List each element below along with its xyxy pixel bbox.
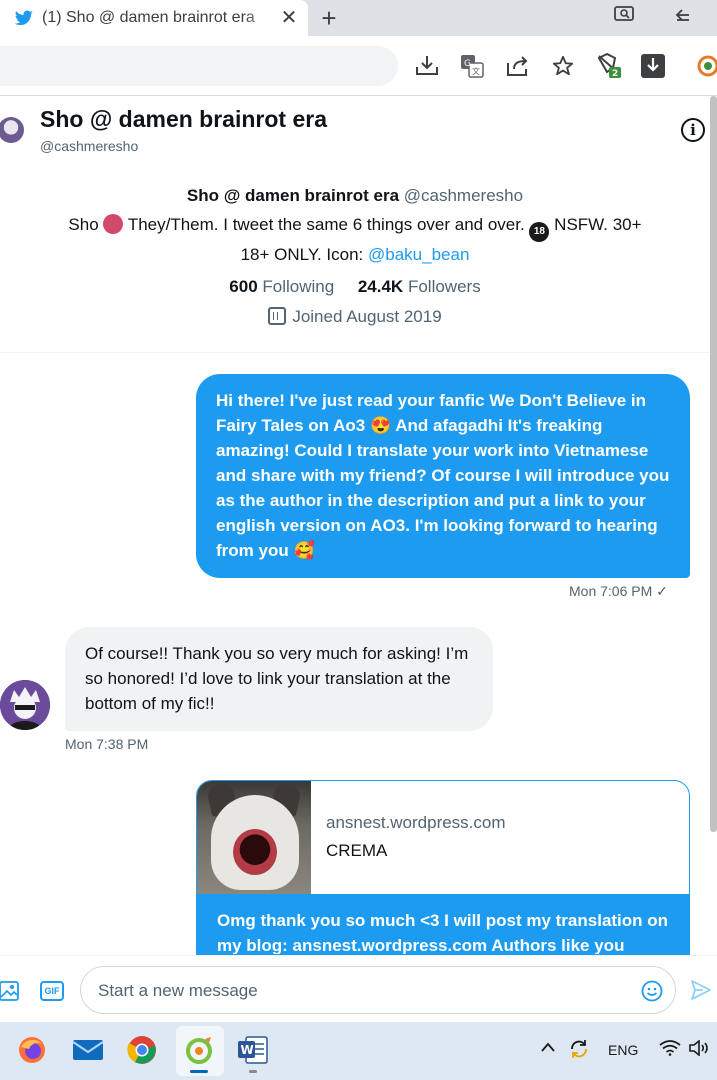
shield-extension-icon[interactable]: 2 <box>596 53 622 79</box>
cat-thumbnail-image <box>197 781 311 894</box>
wifi-icon[interactable] <box>659 1040 681 1059</box>
card-title: CREMA <box>326 841 388 860</box>
calendar-icon <box>268 307 287 325</box>
conversation-avatar[interactable] <box>0 117 24 143</box>
share-icon[interactable] <box>505 53 531 79</box>
link-preview-card[interactable]: ansnest.wordpress.com CREMA Omg thank yo… <box>196 780 690 955</box>
message-text: Of course!! Thank you so very much for a… <box>85 644 469 713</box>
svg-text:文: 文 <box>472 66 480 76</box>
app-icon[interactable] <box>184 1034 216 1066</box>
card-domain: ansnest.wordpress.com <box>326 813 506 832</box>
emoji-icon[interactable] <box>641 980 663 1007</box>
volume-icon[interactable] <box>688 1039 710 1059</box>
following-count: 600 <box>229 277 258 296</box>
profile-extension-icon[interactable] <box>695 53 717 79</box>
mail-icon[interactable] <box>72 1034 104 1066</box>
new-tab-button[interactable]: + <box>316 4 342 32</box>
tab-search-icon[interactable] <box>612 6 636 30</box>
page-scrollbar[interactable] <box>710 96 717 832</box>
twitter-bird-icon <box>14 8 34 28</box>
active-app-indicator <box>190 1070 208 1073</box>
browser-toolbar: G文 2 <box>0 36 717 96</box>
following-link[interactable]: 600 Following <box>229 277 334 296</box>
browser-tab-strip: (1) Sho @ damen brainrot era ✕ + <box>0 0 717 36</box>
message-input-placeholder: Start a new message <box>98 981 258 1000</box>
browser-tab[interactable]: (1) Sho @ damen brainrot era ✕ <box>0 0 308 36</box>
following-label: Following <box>262 277 335 296</box>
joined-text: Joined August 2019 <box>292 307 442 326</box>
svg-text:G: G <box>464 59 471 69</box>
profile-name-line: Sho @ damen brainrot era @cashmeresho <box>0 186 710 206</box>
minimize-window-icon[interactable] <box>670 6 694 30</box>
followers-count: 24.4K <box>357 277 404 296</box>
sync-icon[interactable] <box>568 1038 590 1063</box>
bio-text-2: They/Them. I tweet the same 6 things ove… <box>127 215 525 234</box>
profile-handle: @cashmeresho <box>403 186 524 205</box>
followers-link[interactable]: 24.4K Followers <box>358 277 481 296</box>
tab-close-icon[interactable]: ✕ <box>278 7 300 29</box>
received-message-bubble[interactable]: Of course!! Thank you so very much for a… <box>65 627 493 731</box>
sender-avatar[interactable] <box>0 680 50 730</box>
message-timestamp: Mon 7:38 PM <box>65 736 149 752</box>
message-input[interactable]: Start a new message <box>80 966 676 1014</box>
input-language[interactable]: ENG <box>608 1042 638 1058</box>
gif-icon[interactable]: GIF <box>40 981 64 1001</box>
conversation-name[interactable]: Sho @ damen brainrot era <box>40 106 327 133</box>
cat-mouth <box>233 829 277 875</box>
send-icon[interactable] <box>690 979 712 1001</box>
bookmark-star-icon[interactable] <box>550 53 576 79</box>
joined-date: Joined August 2019 <box>0 307 710 327</box>
open-app-indicator <box>249 1070 257 1073</box>
followers-label: Followers <box>407 277 481 296</box>
firefox-icon[interactable] <box>16 1034 48 1066</box>
message-text: Omg thank you so much <3 I will post my … <box>197 894 689 954</box>
chrome-icon[interactable] <box>126 1034 158 1066</box>
bio-text-3: NSFW. 30+ <box>554 215 642 234</box>
svg-text:2: 2 <box>612 69 618 79</box>
show-hidden-icons-chevron-icon[interactable] <box>540 1040 556 1056</box>
windows-taskbar: W ENG <box>0 1022 717 1080</box>
word-icon[interactable]: W <box>237 1034 269 1066</box>
bio-mention-link[interactable]: @baku_bean <box>368 245 469 264</box>
profile-summary: Sho @ damen brainrot era @cashmeresho Sh… <box>0 186 710 327</box>
message-text: Hi there! I've just read your fanfic We … <box>216 391 670 560</box>
profile-name[interactable]: Sho @ damen brainrot era <box>187 186 399 205</box>
toolbar-divider <box>0 95 717 96</box>
hibiscus-emoji-icon <box>103 214 124 234</box>
install-app-icon[interactable] <box>414 53 440 79</box>
profile-bio: Sho They/Them. I tweet the same 6 things… <box>0 212 710 267</box>
bio-text-1: Sho <box>68 215 99 234</box>
tab-title: (1) Sho @ damen brainrot era <box>42 9 255 26</box>
sent-message-bubble[interactable]: Hi there! I've just read your fanfic We … <box>196 374 690 578</box>
profile-stats: 600 Following 24.4K Followers <box>0 277 710 297</box>
conversation-info-icon[interactable]: i <box>681 118 705 142</box>
bio-text-4: 18+ ONLY. Icon: <box>240 245 364 264</box>
message-composer: GIF Start a new message <box>0 955 717 1023</box>
18-plus-emoji-icon: 18 <box>529 222 550 242</box>
svg-text:W: W <box>241 1043 254 1057</box>
address-bar[interactable] <box>0 46 398 86</box>
download-icon[interactable] <box>640 53 666 79</box>
profile-divider <box>0 352 710 353</box>
message-timestamp: Mon 7:06 PM ✓ <box>569 583 668 599</box>
translate-icon[interactable]: G文 <box>459 53 485 79</box>
image-upload-icon[interactable] <box>0 980 20 1002</box>
conversation-handle: @cashmeresho <box>40 138 139 154</box>
